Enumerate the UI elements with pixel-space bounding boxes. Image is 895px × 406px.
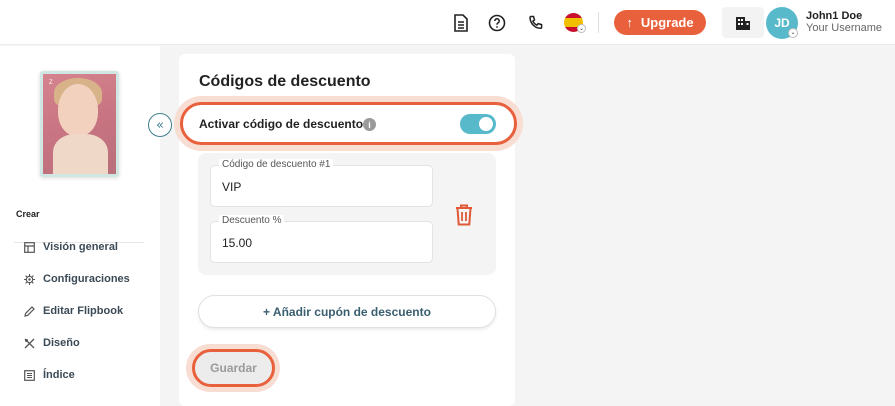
help-icon[interactable]: [486, 12, 508, 34]
activate-discount-toggle[interactable]: [460, 114, 496, 134]
sidebar-item-diseno[interactable]: Diseño: [24, 337, 80, 349]
sidebar-item-label: Diseño: [43, 337, 80, 349]
sidebar-item-configuraciones[interactable]: Configuraciones: [24, 273, 130, 285]
discount-code-field[interactable]: [210, 165, 433, 207]
discount-percent-value: 15.00: [222, 236, 253, 250]
sidebar-item-label: Visión general: [43, 241, 118, 253]
chevron-down-icon: ⌄: [577, 24, 586, 33]
sidebar-item-label: Editar Flipbook: [43, 305, 124, 317]
list-icon: [24, 369, 35, 381]
sidebar-section-label: Crear: [16, 209, 40, 219]
arrow-up-icon: ↑: [626, 15, 633, 30]
gear-icon: [24, 273, 35, 285]
upgrade-label: Upgrade: [640, 15, 694, 30]
add-coupon-button[interactable]: + Añadir cupón de descuento: [198, 295, 496, 328]
toggle-knob: [479, 117, 493, 131]
trash-icon[interactable]: [453, 203, 475, 227]
discount-code-value: VIP: [222, 180, 242, 194]
sidebar-item-label: Índice: [43, 369, 75, 381]
sidebar: Z: [0, 46, 160, 406]
sidebar-item-label: Configuraciones: [43, 273, 130, 285]
top-bar: ⌄ ↑ Upgrade JD ⌄ John1 Doe Your Username: [0, 0, 895, 45]
layout-icon: [24, 241, 35, 253]
collapse-sidebar-button[interactable]: «: [148, 113, 172, 137]
discount-code-label: Código de descuento #1: [219, 159, 334, 170]
upgrade-button[interactable]: ↑ Upgrade: [614, 10, 706, 35]
discount-percent-label: Descuento %: [219, 215, 285, 226]
activate-discount-label: Activar código de descuento: [199, 117, 364, 131]
document-icon[interactable]: [450, 12, 472, 34]
building-icon[interactable]: [722, 7, 764, 38]
sidebar-item-editar-flipbook[interactable]: Editar Flipbook: [24, 305, 123, 317]
user-username: Your Username: [806, 22, 883, 34]
page-title: Códigos de descuento: [199, 73, 371, 90]
user-name[interactable]: John1 Doe: [806, 10, 862, 22]
phone-icon[interactable]: [525, 12, 547, 34]
chevron-down-icon: ⌄: [788, 28, 798, 38]
sidebar-item-indice[interactable]: Índice: [24, 369, 75, 381]
sidebar-item-vision-general[interactable]: Visión general: [24, 241, 118, 253]
divider: [598, 12, 599, 33]
design-tools-icon: [24, 338, 35, 348]
save-button[interactable]: Guardar: [192, 349, 275, 387]
flipbook-cover-thumbnail[interactable]: Z: [40, 71, 119, 177]
info-icon[interactable]: i: [363, 118, 376, 131]
pencil-icon: [24, 305, 35, 317]
